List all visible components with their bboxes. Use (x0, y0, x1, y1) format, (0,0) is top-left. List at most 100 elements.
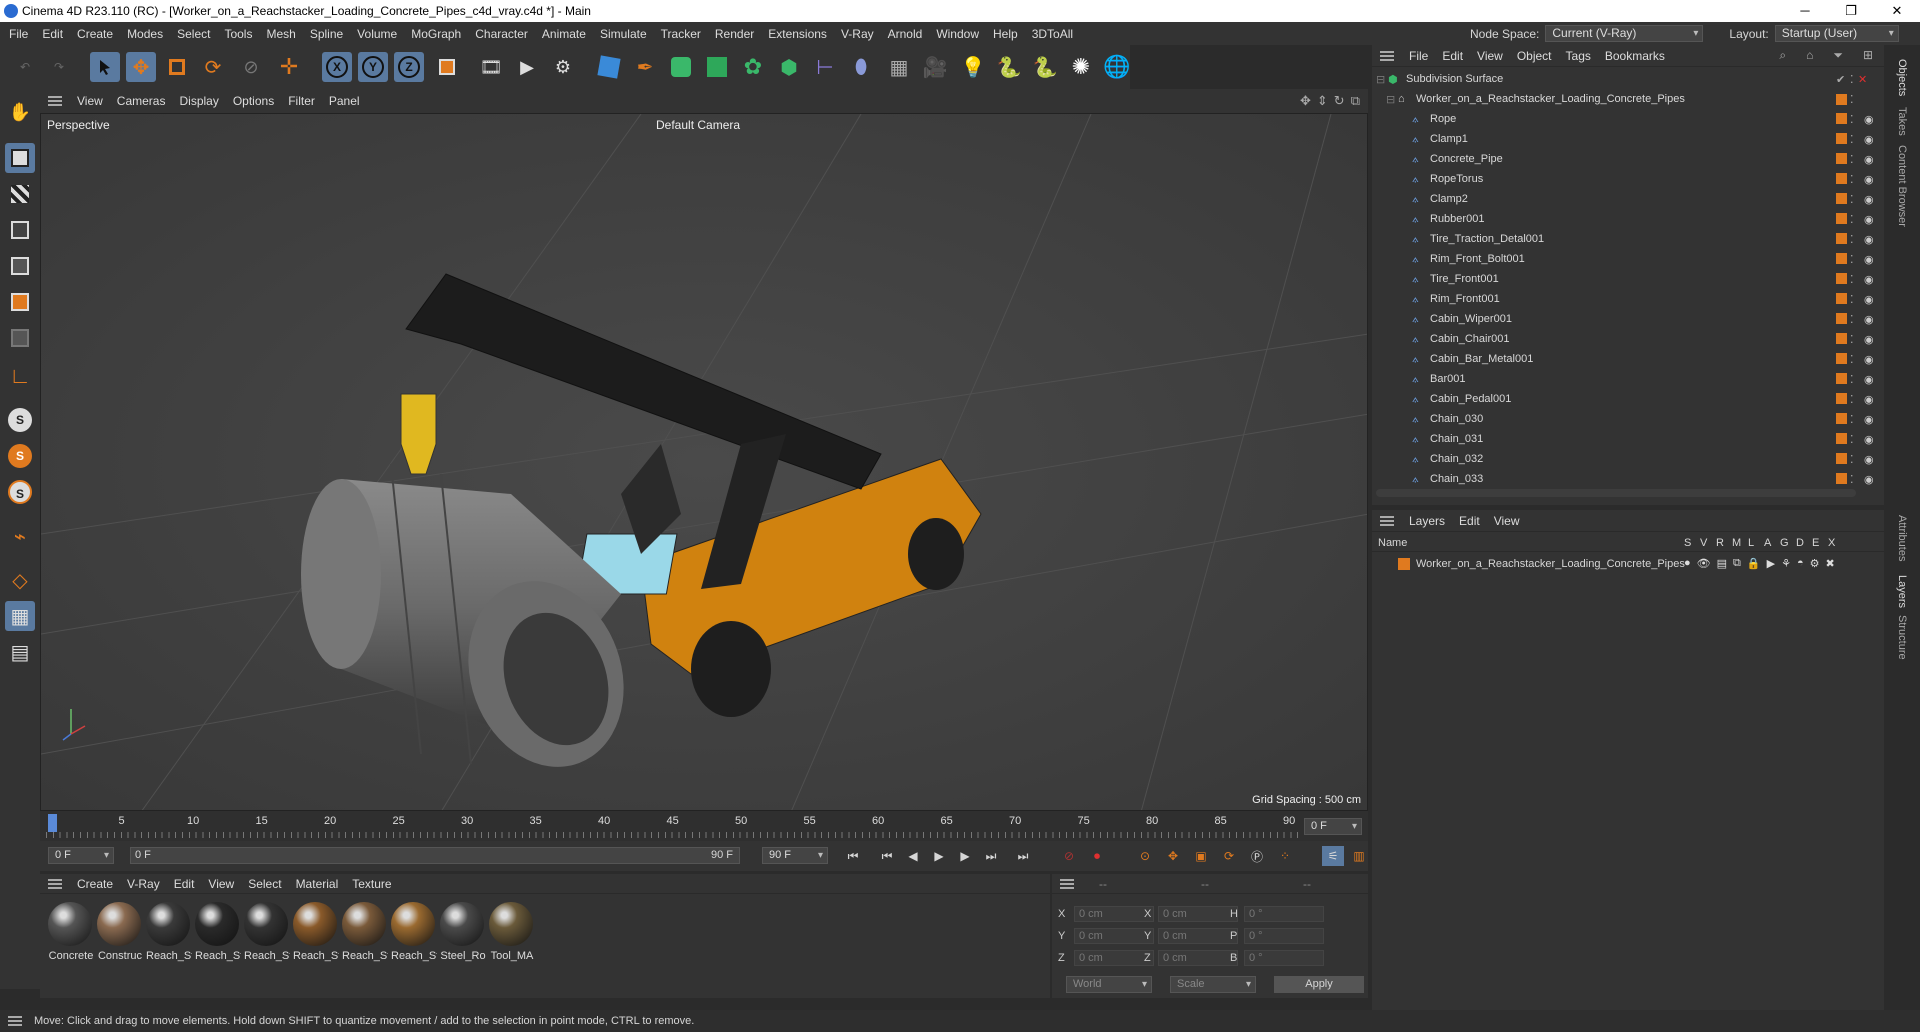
axis-mode-icon[interactable]: ∟ (5, 361, 35, 391)
polygons-mode-icon[interactable] (5, 287, 35, 317)
material-swatch[interactable]: Tool_MA (489, 902, 533, 962)
material-tag-icon[interactable]: ◉ (1864, 413, 1874, 426)
object-hamburger-icon[interactable] (1380, 50, 1394, 61)
menu-modes[interactable]: Modes (120, 27, 170, 41)
python-script-icon[interactable]: 🐍 (994, 52, 1024, 82)
points-mode-icon[interactable] (5, 215, 35, 245)
object-row[interactable]: ⟑ Clamp1 ⁚ ◉ (1372, 129, 1874, 149)
visibility-dots-icon[interactable]: ⁚ (1850, 133, 1854, 146)
visibility-dots-icon[interactable]: ⁚ (1850, 413, 1854, 426)
object-row[interactable]: ⟑ Rim_Front001 ⁚ ◉ (1372, 289, 1874, 309)
object-row[interactable]: ⟑ Chain_032 ⁚ ◉ (1372, 449, 1874, 469)
object-search-icon[interactable]: ⌕ (1772, 48, 1793, 63)
layer-col-r[interactable]: R (1716, 537, 1724, 549)
menu-spline[interactable]: Spline (303, 27, 350, 41)
field-icon[interactable]: ⊢ (810, 52, 840, 82)
menu-3dtoall[interactable]: 3DToAll (1025, 27, 1080, 41)
object-filter-icon[interactable]: ⏷ (1826, 48, 1850, 63)
camera-object-icon[interactable]: 🎥 (920, 52, 950, 82)
render-settings-icon[interactable]: ⚙ (548, 52, 578, 82)
material-tag-icon[interactable]: ◉ (1864, 153, 1874, 166)
previous-key-icon[interactable]: ⏮ (876, 846, 898, 866)
play-icon[interactable]: ▶ (928, 846, 950, 866)
layer-col-x[interactable]: X (1828, 537, 1835, 549)
y-axis-lock-icon[interactable]: Y (358, 52, 388, 82)
material-tag-icon[interactable]: ◉ (1864, 233, 1874, 246)
layer-render-icon[interactable]: ▤ (1717, 557, 1727, 570)
material-tag-icon[interactable]: ◉ (1864, 333, 1874, 346)
render-cross-icon[interactable]: ✕ (1858, 73, 1867, 86)
menu-v-ray[interactable]: V-Ray (834, 27, 881, 41)
tab-structure[interactable]: Structure (1896, 615, 1908, 660)
object-root-row[interactable]: ⊟ ⬢ Subdivision Surface ✔ ⁚ ✕ (1372, 69, 1872, 89)
visibility-dots-icon[interactable]: ⁚ (1850, 333, 1854, 346)
visibility-dots-icon[interactable]: ⁚ (1850, 293, 1854, 306)
timeline-schemes-icon[interactable]: ⚟ (1322, 846, 1344, 866)
layer-col-v[interactable]: V (1700, 537, 1707, 549)
group-collapse-icon[interactable]: ⊟ (1386, 93, 1395, 106)
visibility-dots-icon[interactable]: ⁚ (1850, 93, 1854, 106)
layer-col-g[interactable]: G (1780, 537, 1789, 549)
menu-file[interactable]: File (2, 27, 35, 41)
material-swatch[interactable]: Steel_Ro (440, 902, 486, 962)
planar-workplane-icon[interactable]: ▤ (5, 637, 35, 667)
object-row[interactable]: ⟑ Bar001 ⁚ ◉ (1372, 369, 1874, 389)
recent-tool-icon[interactable]: ⊘ (236, 52, 266, 82)
material-swatch[interactable]: Reach_St (195, 902, 241, 962)
viewport-menu-panel[interactable]: Panel (322, 94, 367, 108)
key-scale-icon[interactable]: ▣ (1190, 846, 1212, 866)
tab-layers[interactable]: Layers (1896, 575, 1908, 608)
object-row[interactable]: ⟑ Clamp2 ⁚ ◉ (1372, 189, 1874, 209)
coordinate-space-dropdown[interactable]: World (1066, 976, 1152, 993)
render-view-icon[interactable]: 🎞 (476, 52, 506, 82)
menu-select[interactable]: Select (170, 27, 217, 41)
material-swatch[interactable]: Reach_St (146, 902, 192, 962)
collapse-icon[interactable]: ⊟ (1376, 73, 1385, 86)
viewport-menu-view[interactable]: View (70, 94, 110, 108)
tab-objects[interactable]: Objects (1896, 59, 1908, 96)
object-horizontal-scrollbar[interactable] (1376, 489, 1856, 497)
material-menu-edit[interactable]: Edit (167, 877, 202, 891)
key-rotation-icon[interactable]: ⟳ (1218, 846, 1240, 866)
playhead-marker[interactable] (48, 814, 57, 832)
key-position-icon[interactable]: ✥ (1162, 846, 1184, 866)
material-tag-icon[interactable]: ◉ (1864, 173, 1874, 186)
locked-workplane-icon[interactable]: ▦ (5, 601, 35, 631)
material-menu-v-ray[interactable]: V-Ray (120, 877, 167, 891)
deformer-icon[interactable]: ⬢ (774, 52, 804, 82)
visibility-dots-icon[interactable]: ⁚ (1850, 73, 1854, 86)
menu-mograph[interactable]: MoGraph (404, 27, 468, 41)
material-menu-create[interactable]: Create (70, 877, 120, 891)
material-tag-icon[interactable]: ◉ (1864, 473, 1874, 486)
viewport-menu-options[interactable]: Options (226, 94, 281, 108)
menu-render[interactable]: Render (708, 27, 761, 41)
coord-value-field[interactable]: 0 cm (1158, 928, 1238, 944)
material-tag-icon[interactable]: ◉ (1864, 393, 1874, 406)
layer-animation-icon[interactable]: ▶ (1767, 557, 1775, 570)
previous-frame-icon[interactable]: ◀ (902, 846, 924, 866)
material-tag-icon[interactable]: ◉ (1864, 213, 1874, 226)
material-swatch[interactable]: Reach_St (244, 902, 290, 962)
object-row[interactable]: ⟑ Cabin_Wiper001 ⁚ ◉ (1372, 309, 1874, 329)
layer-view-icon[interactable]: 👁 (1697, 557, 1711, 570)
python-generator-icon[interactable]: 🐍 (1030, 52, 1060, 82)
material-tag-icon[interactable]: ◉ (1864, 433, 1874, 446)
quantize-icon[interactable]: S (5, 477, 35, 507)
minimize-icon[interactable]: ─ (1782, 0, 1828, 22)
menu-extensions[interactable]: Extensions (761, 27, 834, 41)
key-point-level-icon[interactable]: ⁘ (1274, 846, 1296, 866)
object-row[interactable]: ⟑ Cabin_Chair001 ⁚ ◉ (1372, 329, 1874, 349)
visibility-dots-icon[interactable]: ⁚ (1850, 393, 1854, 406)
viewport-zoom-icon[interactable]: ⇕ (1317, 93, 1328, 109)
tab-content-browser[interactable]: Content Browser (1896, 145, 1908, 227)
go-to-start-icon[interactable]: ⏮ (842, 846, 864, 866)
snapping-icon[interactable]: S (5, 405, 35, 435)
material-tag-icon[interactable]: ◉ (1864, 453, 1874, 466)
keyframe-selection-icon[interactable]: ⊙ (1134, 846, 1156, 866)
spline-pen-icon[interactable]: ✒ (630, 52, 660, 82)
extrude-generator-icon[interactable] (702, 52, 732, 82)
object-row[interactable]: ⟑ Cabin_Pedal001 ⁚ ◉ (1372, 389, 1874, 409)
layer-manager-icon[interactable]: ⧉ (1733, 557, 1741, 570)
end-frame-field[interactable]: 90 F (762, 847, 828, 864)
layer-solo-icon[interactable]: ● (1684, 557, 1691, 570)
